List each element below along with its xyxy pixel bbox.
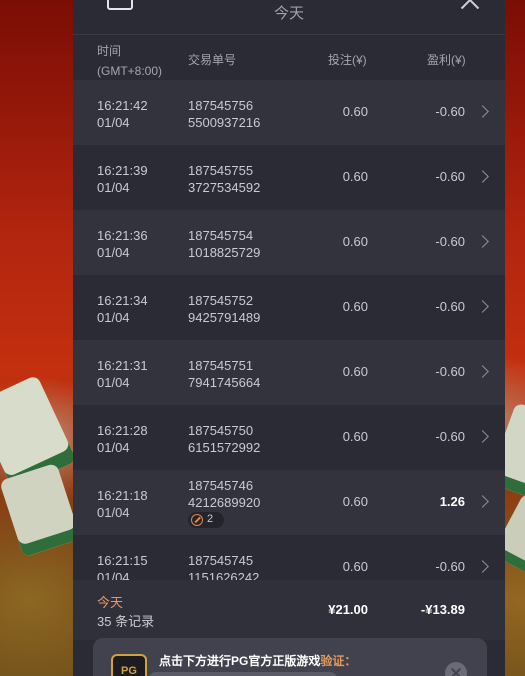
- chevron-right-icon[interactable]: [476, 235, 489, 248]
- row-time: 16:21:28: [97, 423, 148, 438]
- summary-period: 今天: [97, 595, 124, 610]
- row-order-id-suffix: 7941745664: [188, 375, 261, 390]
- row-order-id: 187545756: [188, 98, 254, 113]
- row-time: 16:21:42: [97, 98, 148, 113]
- row-bet: 0.60: [342, 364, 368, 379]
- row-order-id: 187545751: [188, 358, 254, 373]
- row-time: 16:21:15: [97, 553, 148, 568]
- row-date: 01/04: [97, 245, 130, 260]
- column-bet: 投注(¥): [328, 53, 367, 67]
- row-date: 01/04: [97, 180, 130, 195]
- row-profit: 1.26: [439, 494, 465, 509]
- row-bet: 0.60: [342, 234, 368, 249]
- chevron-right-icon[interactable]: [476, 430, 489, 443]
- column-time: 时间 (GMT+8:00): [97, 41, 162, 81]
- banner-message: 点击下方进行PG官方正版游戏: [159, 654, 321, 668]
- row-date: 01/04: [97, 570, 130, 580]
- row-order-id: 187545752: [188, 293, 254, 308]
- row-bet: 0.60: [342, 494, 368, 509]
- row-date: 01/04: [97, 375, 130, 390]
- table-header: 时间 (GMT+8:00) 交易单号 投注(¥) 盈利(¥): [73, 35, 505, 80]
- table-row[interactable]: 16:21:31 01/04 187545751 7941745664 0.60 -…: [73, 340, 505, 405]
- row-bet: 0.60: [342, 559, 368, 574]
- row-profit: -0.60: [435, 364, 465, 379]
- row-profit: -0.60: [435, 429, 465, 444]
- panel-header: 今天: [73, 0, 505, 35]
- pg-logo: PG: [111, 654, 147, 676]
- free-spin-icon: [191, 514, 203, 526]
- row-profit: -0.60: [435, 559, 465, 574]
- row-order-id: 187545755: [188, 163, 254, 178]
- chevron-right-icon[interactable]: [476, 300, 489, 313]
- row-order-id-suffix: 4212689920: [188, 495, 261, 510]
- row-profit: -0.60: [435, 234, 465, 249]
- free-spin-badge: 2: [188, 512, 224, 528]
- summary-total-profit: -¥13.89: [420, 602, 465, 617]
- row-order-id: 187545754: [188, 228, 254, 243]
- table-row[interactable]: 16:21:34 01/04 187545752 9425791489 0.60 -…: [73, 275, 505, 340]
- row-time: 16:21:36: [97, 228, 148, 243]
- banner-highlight: 验证：: [320, 654, 357, 668]
- row-order-id-suffix: 1018825729: [188, 245, 261, 260]
- row-bet: 0.60: [342, 299, 368, 314]
- row-bet: 0.60: [342, 169, 368, 184]
- row-date: 01/04: [97, 505, 130, 520]
- table-row[interactable]: 16:21:42 01/04 187545756 5500937216 0.60 -…: [73, 80, 505, 145]
- row-profit: -0.60: [435, 104, 465, 119]
- row-bet: 0.60: [342, 104, 368, 119]
- page-title: 今天: [273, 5, 304, 22]
- column-timezone-label: (GMT+8:00): [97, 64, 163, 78]
- table-row[interactable]: 16:21:15 01/04 187545745 1151626242 0.60 -…: [73, 535, 505, 580]
- verification-banner[interactable]: PG 点击下方进行PG官方正版游戏验证：: [93, 638, 487, 676]
- chevron-right-icon[interactable]: [476, 105, 489, 118]
- row-date: 01/04: [97, 310, 130, 325]
- row-time: 16:21:31: [97, 358, 148, 373]
- row-order-id: 187545750: [188, 423, 254, 438]
- table-row[interactable]: 16:21:39 01/04 187545755 3727534592 0.60 -…: [73, 145, 505, 210]
- table-row[interactable]: 16:21:36 01/04 187545754 1018825729 0.60 -…: [73, 210, 505, 275]
- row-order-id-suffix: 6151572992: [188, 440, 261, 455]
- row-time: 16:21:39: [97, 163, 148, 178]
- row-order-id-suffix: 1151626242: [188, 570, 260, 580]
- row-date: 01/04: [97, 115, 130, 130]
- bet-list[interactable]: 16:21:42 01/04 187545756 5500937216 0.60 -…: [73, 80, 505, 580]
- column-profit: 盈利(¥): [427, 53, 466, 67]
- bet-history-panel: 今天 时间 (GMT+8:00) 交易单号 投注(¥) 盈利(¥) 16:21:…: [73, 0, 505, 676]
- summary-record-count: 35 条记录: [97, 614, 155, 629]
- mahjong-tile-image: [0, 462, 81, 558]
- summary-total-bet: ¥21.00: [328, 602, 368, 617]
- chevron-right-icon[interactable]: [476, 495, 489, 508]
- table-row[interactable]: 16:21:18 01/04 187545746 4212689920 2 0.60…: [73, 470, 505, 535]
- row-date: 01/04: [97, 440, 130, 455]
- verify-input-bar[interactable]: [149, 672, 337, 676]
- row-profit: -0.60: [435, 169, 465, 184]
- row-order-id-suffix: 5500937216: [188, 115, 261, 130]
- chevron-right-icon[interactable]: [476, 560, 489, 573]
- row-bet: 0.60: [342, 429, 368, 444]
- column-order: 交易单号: [188, 53, 237, 67]
- table-row[interactable]: 16:21:28 01/04 187545750 6151572992 0.60 -…: [73, 405, 505, 470]
- row-time: 16:21:34: [97, 293, 148, 308]
- row-order-id-suffix: 9425791489: [188, 310, 261, 325]
- summary-footer: 今天 35 条记录 ¥21.00 -¥13.89: [73, 580, 505, 640]
- row-order-id-suffix: 3727534592: [188, 180, 261, 195]
- chevron-right-icon[interactable]: [476, 170, 489, 183]
- row-profit: -0.60: [435, 299, 465, 314]
- row-order-id: 187545746: [188, 478, 254, 493]
- row-time: 16:21:18: [97, 488, 148, 503]
- banner-text: 点击下方进行PG官方正版游戏验证：: [159, 652, 356, 669]
- close-icon[interactable]: [445, 662, 467, 676]
- row-order-id: 187545745: [188, 553, 254, 568]
- close-icon[interactable]: [459, 0, 481, 8]
- column-time-label: 时间: [97, 44, 122, 58]
- badge-count: 2: [207, 513, 214, 525]
- chevron-right-icon[interactable]: [476, 365, 489, 378]
